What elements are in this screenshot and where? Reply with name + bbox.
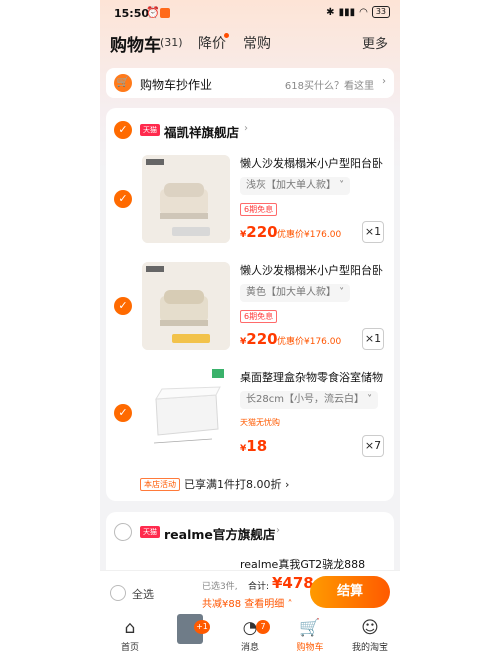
tab-promo[interactable]: +1: [160, 614, 220, 644]
tab-messages[interactable]: ◔ 消息 7: [220, 618, 280, 653]
tab-home[interactable]: ⌂ 首页: [100, 618, 160, 653]
item-title[interactable]: 桌面整理盒杂物零食浴室储物: [240, 369, 390, 385]
coupon-price: 优惠价¥176.00: [277, 337, 342, 347]
status-bar: 15:50 ⏰ ✱ ▮▮▮ ◠ 33: [100, 0, 400, 26]
quantity-button[interactable]: ×1: [362, 328, 384, 350]
store-card: ✓ 天猫 福凯祥旗舰店 › ✓ 懒人沙发榻榻米小户型阳台卧 浅灰【加大单人款】 …: [106, 108, 394, 501]
price-value: 18: [246, 437, 268, 455]
cart-icon: 🛒: [299, 618, 321, 638]
chevron-right-icon: ›: [244, 123, 248, 134]
tab-cart[interactable]: 🛒 购物车: [280, 618, 340, 653]
chevron-right-icon: ›: [276, 525, 280, 536]
promo-badge: +1: [194, 620, 210, 634]
profile-face-icon: ☺: [361, 618, 379, 638]
item-checkbox[interactable]: ✓: [114, 190, 132, 208]
variant-text: 长28cm【小号，流云白】: [246, 394, 364, 405]
item-variant[interactable]: 浅灰【加大单人款】 ˅: [240, 177, 351, 195]
promo-tag: 本店活动: [140, 478, 180, 491]
bluetooth-icon: ✱: [326, 6, 335, 18]
cart-count: (31): [160, 36, 183, 49]
item-variant[interactable]: 长28cm【小号，流云白】 ˅: [240, 391, 379, 409]
item-variant[interactable]: 黄色【加大单人款】 ˅: [240, 284, 351, 302]
store-promotion[interactable]: 本店活动 已享满1件打8.00折 ›: [140, 476, 289, 492]
checkout-button[interactable]: 结算: [310, 576, 390, 608]
tab-frequent[interactable]: 常购: [243, 33, 271, 53]
chat-icon: ◔: [242, 618, 258, 638]
tab-mine[interactable]: ☺ 我的淘宝: [340, 618, 400, 653]
cart-header: 购物车 (31) 降价 常购 更多: [100, 28, 400, 56]
quantity-button[interactable]: ×7: [362, 435, 384, 457]
item-price: ¥18: [240, 437, 267, 455]
store-name[interactable]: 福凯祥旗舰店: [164, 122, 239, 141]
selected-count: 已选3件,: [202, 582, 238, 592]
alarm-icon: ⏰: [146, 6, 160, 19]
more-button[interactable]: 更多: [362, 33, 388, 52]
bottom-tab-bar: ⌂ 首页 +1 ◔ 消息 7 🛒 购物车 ☺ 我的淘宝: [100, 614, 400, 666]
page-title: 购物车: [110, 36, 161, 56]
phone-screen: 15:50 ⏰ ✱ ▮▮▮ ◠ 33 购物车 (31) 降价 常购 更多 🛒 购…: [100, 0, 400, 666]
tab-label: 消息: [240, 643, 259, 653]
storage-box-image: [142, 369, 230, 457]
variant-text: 浅灰【加大单人款】: [246, 180, 336, 191]
banner-hint: 618买什么？看这里: [284, 81, 374, 92]
item-price: ¥220: [240, 223, 278, 241]
status-time: 15:50: [114, 7, 150, 20]
coupon-price: 优惠价¥176.00: [277, 230, 342, 240]
product-image[interactable]: [142, 262, 230, 350]
promo-text: 已享满1件打8.00折: [184, 478, 282, 491]
sofa-image: [142, 155, 230, 243]
battery-icon: 33: [371, 6, 390, 18]
app-notification-icon: [160, 8, 170, 18]
cart-item: ✓ 懒人沙发榻榻米小户型阳台卧 黄色【加大单人款】 ˅ 6期免息 ¥220 优惠…: [106, 262, 394, 354]
item-checkbox[interactable]: ✓: [114, 297, 132, 315]
status-right: ✱ ▮▮▮ ◠ 33: [326, 6, 390, 18]
chevron-right-icon: ›: [382, 76, 386, 87]
banner-label: 购物车抄作业: [140, 78, 213, 92]
tmall-worry-free-tag: 天猫无忧购: [240, 418, 280, 427]
total-label: 合计:: [248, 582, 270, 592]
home-icon: ⌂: [124, 618, 136, 638]
discount-details[interactable]: 共减¥88 查看明细 ˄: [202, 595, 292, 610]
cart-item: ✓ 懒人沙发榻榻米小户型阳台卧 浅灰【加大单人款】 ˅ 6期免息 ¥220 优惠…: [106, 155, 394, 247]
product-image[interactable]: [142, 155, 230, 243]
price-value: 220: [246, 330, 278, 348]
checkout-bar: 全选 已选3件, 合计: ¥478 共减¥88 查看明细 ˄ 结算: [100, 570, 400, 614]
messages-badge: 7: [256, 620, 270, 634]
price-value: 220: [246, 223, 278, 241]
installment-tag: 6期免息: [240, 203, 278, 216]
tab-label: 购物车: [296, 643, 324, 653]
select-all-label[interactable]: 全选: [132, 586, 154, 602]
discount-text: 共减¥88 查看明细: [202, 599, 285, 610]
item-checkbox[interactable]: ✓: [114, 404, 132, 422]
tmall-badge: 天猫: [140, 526, 160, 538]
item-title[interactable]: 懒人沙发榻榻米小户型阳台卧: [240, 262, 390, 278]
price-drop-dot: [224, 33, 229, 38]
total-price: ¥478: [272, 574, 314, 592]
store-checkbox[interactable]: ✓: [114, 121, 132, 139]
item-title[interactable]: 懒人沙发榻榻米小户型阳台卧: [240, 155, 390, 171]
signal-icon: ▮▮▮: [338, 6, 356, 18]
variant-text: 黄色【加大单人款】: [246, 287, 336, 298]
tab-price-drop[interactable]: 降价: [198, 33, 226, 53]
store-checkbox[interactable]: [114, 523, 132, 541]
tmall-badge: 天猫: [140, 124, 160, 136]
tab-label: 我的淘宝: [351, 643, 388, 653]
quantity-button[interactable]: ×1: [362, 221, 384, 243]
store-name[interactable]: realme官方旗舰店: [164, 524, 275, 543]
cart-item: ✓ 桌面整理盒杂物零食浴室储物 长28cm【小号，流云白】 ˅ 天猫无忧购 ¥1…: [106, 369, 394, 461]
installment-tag: 6期免息: [240, 310, 278, 323]
cart-bag-icon: 🛒: [114, 74, 132, 92]
select-all-checkbox[interactable]: [110, 585, 126, 601]
homework-banner[interactable]: 🛒 购物车抄作业 618买什么？看这里 ›: [106, 68, 394, 98]
tab-label: 首页: [120, 643, 139, 653]
wifi-icon: ◠: [359, 6, 368, 18]
promo-thumbnail-icon: [160, 614, 220, 644]
product-image[interactable]: [142, 369, 230, 457]
sofa-image: [142, 262, 230, 350]
item-price: ¥220: [240, 330, 278, 348]
